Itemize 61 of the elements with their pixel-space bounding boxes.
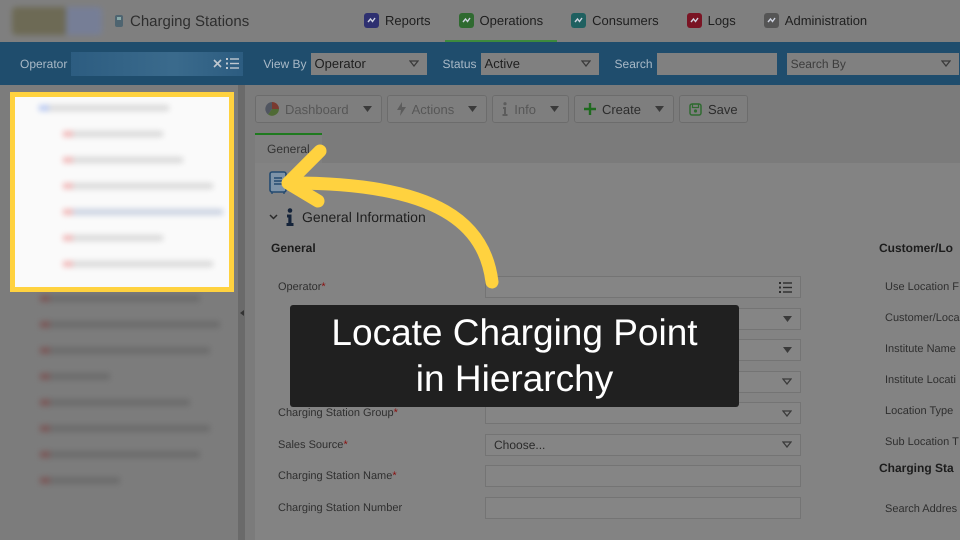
caret-icon — [940, 60, 951, 67]
field-label: Charging Station Number — [278, 502, 402, 514]
document-icon — [269, 171, 287, 195]
plus-icon — [584, 103, 596, 115]
info-icon — [502, 102, 508, 116]
collapse-icon[interactable] — [240, 310, 244, 316]
search-label: Search — [614, 56, 653, 70]
save-icon — [688, 102, 702, 116]
field-label: Institute Locati — [885, 374, 956, 386]
list-icon — [226, 58, 240, 69]
field-label: Operator* — [278, 281, 326, 293]
section-title: General Information — [302, 209, 426, 225]
field-label: Use Location F — [885, 280, 959, 292]
toolbar-button[interactable]: Create — [574, 95, 674, 123]
group-heading: Charging Sta — [879, 461, 954, 475]
nav-icon — [364, 12, 379, 28]
caret-icon — [783, 347, 792, 353]
field-label: Charging Station Name* — [278, 470, 397, 482]
nav-tab[interactable]: Logs — [672, 0, 750, 42]
field-label: Customer/Loca — [885, 312, 960, 324]
caret-icon — [782, 378, 792, 385]
field-label: Sales Source* — [278, 438, 348, 450]
nav-tab[interactable]: Reports — [350, 0, 445, 42]
nav-icon — [458, 12, 474, 28]
status-select[interactable]: Active — [480, 52, 599, 74]
app-title: Charging Stations — [130, 12, 250, 30]
nav-icon — [571, 12, 586, 28]
operator-field[interactable] — [71, 52, 244, 76]
info-icon — [286, 208, 294, 226]
field-label: Charging Station Group* — [278, 407, 398, 419]
chevron-icon[interactable] — [269, 214, 278, 220]
status-label: Status — [442, 56, 477, 70]
lookup-field[interactable] — [485, 276, 801, 298]
nav-icon — [764, 12, 779, 28]
view-by-select[interactable]: Operator — [310, 52, 426, 74]
caret-icon — [408, 60, 418, 67]
group-heading: Customer/Lo — [879, 241, 954, 255]
search-by-select[interactable]: Search By — [786, 52, 959, 74]
group-heading: General — [271, 241, 316, 255]
caret-icon — [782, 441, 792, 448]
caret-icon — [783, 316, 792, 322]
field-label: Sub Location T — [885, 436, 959, 448]
clear-icon — [213, 59, 222, 68]
caret-icon — [782, 410, 792, 416]
charger-icon — [114, 14, 124, 28]
field-label: Search Addres — [885, 502, 958, 514]
nav-tab[interactable]: Administration — [750, 0, 882, 42]
toolbar-button[interactable]: Save — [678, 95, 748, 123]
field-label: Location Type — [885, 404, 954, 416]
dropdown-field[interactable]: Choose... — [485, 434, 801, 456]
view-by-label: View By — [263, 56, 306, 70]
field-label: Institute Name — [885, 342, 956, 354]
search-field[interactable] — [656, 52, 777, 74]
nav-icon — [686, 12, 702, 28]
list-icon — [779, 282, 792, 292]
operator-label: Operator — [20, 56, 68, 70]
pie-chart-icon — [265, 102, 279, 116]
nav-tab[interactable]: Consumers — [557, 0, 673, 42]
lightning-icon — [396, 102, 406, 116]
caption-tooltip: Locate Charging Point in Hierarchy — [290, 305, 739, 407]
caret-icon — [580, 60, 591, 67]
